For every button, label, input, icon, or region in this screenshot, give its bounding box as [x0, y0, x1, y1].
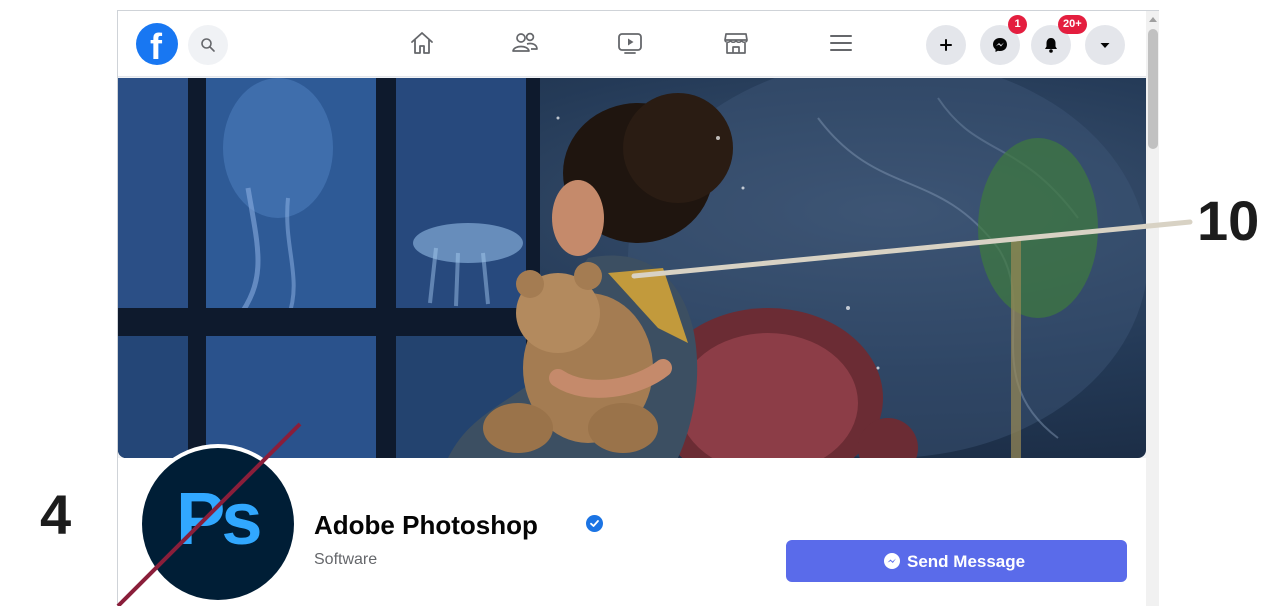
page-category: Software	[314, 551, 378, 568]
caret-down-icon	[1100, 43, 1110, 48]
messenger-badge: 1	[1008, 15, 1027, 34]
callout-number-right: 10	[1197, 189, 1260, 252]
page-profile-header: Ps Adobe Photoshop Software Send Message	[118, 444, 1146, 606]
notifications-badge: 20+	[1058, 15, 1087, 34]
verified-badge-icon	[586, 515, 603, 532]
scroll-up-arrow-icon[interactable]	[1149, 17, 1157, 22]
hamburger-icon	[830, 35, 852, 51]
account-menu-button[interactable]	[1085, 25, 1125, 65]
nav-tab-home[interactable]	[407, 28, 437, 58]
callout-number-left: 4	[40, 483, 72, 546]
messenger-icon	[884, 553, 900, 569]
nav-tab-marketplace[interactable]	[721, 28, 751, 58]
nav-tab-menu[interactable]	[826, 28, 856, 58]
nav-tab-friends[interactable]	[510, 28, 540, 58]
search-icon	[201, 38, 215, 52]
cover-photo-illustration	[118, 78, 1146, 458]
scrollbar-thumb[interactable]	[1148, 29, 1158, 149]
send-message-button[interactable]: Send Message	[786, 540, 1127, 582]
avatar-logo-text: Ps	[176, 477, 262, 560]
home-icon	[411, 32, 433, 54]
cover-photo[interactable]	[118, 78, 1146, 458]
store-icon	[724, 33, 748, 54]
friends-icon	[512, 32, 538, 52]
create-button[interactable]	[926, 25, 966, 65]
facebook-logo[interactable]: f	[136, 23, 178, 67]
avatar-image: Ps	[142, 448, 294, 600]
facebook-logo-letter: f	[150, 26, 162, 67]
page-title: Adobe Photoshop	[314, 510, 538, 540]
browser-window: f 1 20+ Ps Adobe Photoshop Software Send…	[117, 10, 1159, 606]
video-icon	[618, 33, 642, 54]
nav-tab-watch[interactable]	[615, 28, 645, 58]
top-navigation-bar: f 1 20+	[118, 11, 1146, 77]
bell-icon	[1045, 38, 1057, 53]
page-avatar[interactable]: Ps	[138, 444, 298, 604]
page-scrollbar[interactable]	[1146, 11, 1159, 606]
search-button[interactable]	[188, 25, 228, 65]
messenger-icon	[993, 38, 1007, 52]
screenshot-stage: f 1 20+ Ps Adobe Photoshop Software Send…	[0, 0, 1265, 606]
send-message-label: Send Message	[907, 552, 1026, 571]
plus-icon	[940, 39, 952, 51]
